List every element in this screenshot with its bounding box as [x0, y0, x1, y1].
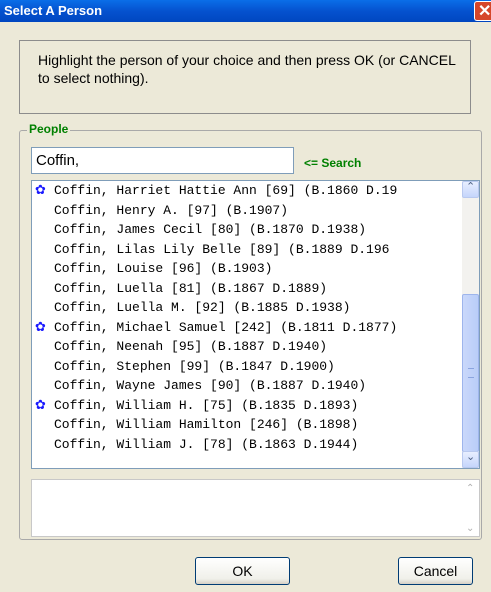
- list-item-label: Coffin, William Hamilton [246] (B.1898): [54, 417, 359, 432]
- list-item-label: Coffin, James Cecil [80] (B.1870 D.1938): [54, 222, 367, 237]
- star-icon: ✿: [35, 183, 46, 198]
- list-item-label: Coffin, Henry A. [97] (B.1907): [54, 202, 289, 218]
- list-item-label: Coffin, Stephen [99] (B.1847 D.1900): [54, 358, 335, 374]
- select-person-dialog: Select A Person ✕ Highlight the person o…: [0, 0, 491, 592]
- list-item[interactable]: Coffin, William Hamilton [246] (B.1898): [32, 415, 464, 435]
- people-list[interactable]: ✿ Coffin, Harriet Hattie Ann [69] (B.1860…: [31, 180, 480, 469]
- window-title: Select A Person: [4, 3, 103, 18]
- scroll-down-button[interactable]: ⌄: [462, 450, 479, 468]
- list-item[interactable]: Coffin, Luella M. [92] (B.1885 D.1938): [32, 298, 464, 318]
- list-item[interactable]: Coffin, William J. [78] (B.1863 D.1944): [32, 435, 464, 455]
- scroll-up-button[interactable]: ⌃: [462, 181, 479, 198]
- cancel-button[interactable]: Cancel: [398, 557, 473, 585]
- list-item-label: Coffin, Lilas Lily Belle [89] (B.1889 D.…: [54, 241, 390, 257]
- ok-button[interactable]: OK: [195, 557, 290, 585]
- list-item[interactable]: Coffin, Henry A. [97] (B.1907): [32, 201, 464, 221]
- close-button[interactable]: ✕: [474, 1, 491, 21]
- list-item[interactable]: ✿ Coffin, Michael Samuel [242] (B.1811 D.…: [32, 318, 464, 338]
- scroll-thumb[interactable]: [462, 294, 479, 452]
- details-scrollbar[interactable]: ⌃ ⌄: [462, 480, 479, 536]
- details-textarea[interactable]: ⌃ ⌄: [31, 479, 480, 537]
- list-item-label: Coffin, Luella [81] (B.1867 D.1889): [54, 280, 328, 296]
- star-icon: ✿: [35, 319, 46, 335]
- list-item[interactable]: Coffin, Louise [96] (B.1903): [32, 259, 464, 279]
- list-item[interactable]: ✿ Coffin, William H. [75] (B.1835 D.1893): [32, 396, 464, 416]
- chevron-up-icon: ⌃: [466, 180, 476, 193]
- people-list-rows: ✿ Coffin, Harriet Hattie Ann [69] (B.1860…: [32, 181, 464, 454]
- chevron-down-icon: ⌄: [466, 450, 476, 463]
- chevron-down-icon[interactable]: ⌄: [466, 523, 474, 534]
- list-item-label: Coffin, Wayne James [90] (B.1887 D.1940): [54, 378, 367, 393]
- close-icon: ✕: [478, 3, 491, 20]
- list-item-label: Coffin, William J. [78] (B.1863 D.1944): [54, 436, 359, 452]
- title-bar[interactable]: Select A Person ✕: [0, 0, 491, 22]
- grip-icon: [468, 368, 474, 378]
- list-scrollbar[interactable]: ⌃ ⌄: [462, 181, 479, 468]
- list-item[interactable]: Coffin, Lilas Lily Belle [89] (B.1889 D.…: [32, 240, 464, 260]
- list-item-label: Coffin, William H. [75] (B.1835 D.1893): [54, 397, 359, 413]
- list-item[interactable]: Coffin, Wayne James [90] (B.1887 D.1940): [32, 376, 464, 396]
- list-item-label: Coffin, Neenah [95] (B.1887 D.1940): [54, 339, 328, 354]
- list-item[interactable]: Coffin, Neenah [95] (B.1887 D.1940): [32, 337, 464, 357]
- list-item[interactable]: Coffin, Luella [81] (B.1867 D.1889): [32, 279, 464, 299]
- list-item-label: Coffin, Michael Samuel [242] (B.1811 D.1…: [54, 319, 398, 335]
- list-item[interactable]: ✿ Coffin, Harriet Hattie Ann [69] (B.1860…: [32, 181, 464, 201]
- list-item-label: Coffin, Harriet Hattie Ann [69] (B.1860 …: [54, 183, 398, 198]
- list-item-label: Coffin, Louise [96] (B.1903): [54, 261, 273, 276]
- chevron-up-icon[interactable]: ⌃: [466, 483, 474, 494]
- search-input[interactable]: [31, 147, 294, 174]
- search-hint: <= Search: [304, 156, 362, 170]
- list-item[interactable]: Coffin, James Cecil [80] (B.1870 D.1938): [32, 220, 464, 240]
- star-icon: ✿: [35, 397, 46, 413]
- instructions-text: Highlight the person of your choice and …: [38, 52, 456, 86]
- list-item-label: Coffin, Luella M. [92] (B.1885 D.1938): [54, 300, 351, 315]
- people-group-label: People: [27, 122, 71, 136]
- list-item[interactable]: Coffin, Stephen [99] (B.1847 D.1900): [32, 357, 464, 377]
- instructions-panel: Highlight the person of your choice and …: [19, 40, 471, 114]
